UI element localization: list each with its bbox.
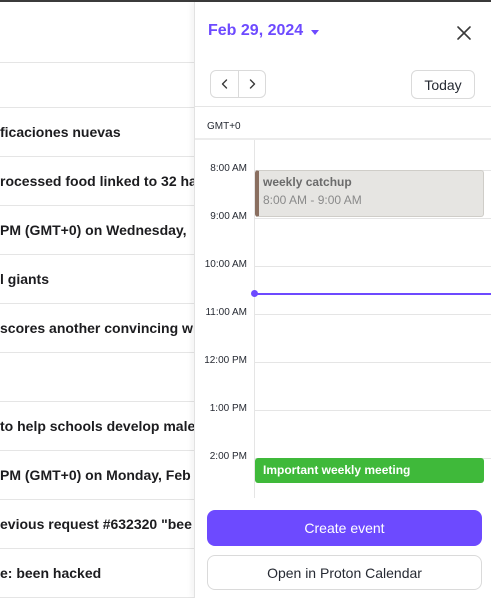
mail-row[interactable]	[0, 353, 194, 402]
mail-row-subject: PM (GMT+0) on Monday, Feb	[0, 467, 191, 483]
mail-row-subject: e: been hacked	[0, 565, 102, 581]
close-panel-button[interactable]	[453, 22, 475, 44]
event-weekly-catchup[interactable]: weekly catchup 8:00 AM - 9:00 AM	[255, 170, 484, 217]
date-picker-button[interactable]: Feb 29, 2024	[208, 22, 320, 40]
previous-day-button[interactable]	[211, 71, 238, 97]
current-time-dot	[251, 290, 258, 297]
current-time-indicator	[255, 293, 491, 295]
hour-label: 10:00 AM	[204, 259, 247, 270]
mail-row[interactable]: evious request #632320 "bee	[0, 500, 194, 549]
hour-label: 9:00 AM	[210, 211, 247, 222]
hour-label: 1:00 PM	[209, 403, 247, 414]
hour-gridline	[254, 362, 491, 363]
mail-row-subject: l giants	[0, 271, 50, 287]
mail-row[interactable]: PM (GMT+0) on Wednesday,	[0, 206, 194, 255]
next-day-button[interactable]	[238, 71, 265, 97]
date-label: Feb 29, 2024	[208, 22, 304, 39]
chevron-down-icon	[311, 29, 320, 35]
mail-row-subject: scores another convincing wi	[0, 320, 194, 336]
hour-gridline	[254, 410, 491, 411]
mail-toolbar	[0, 63, 194, 108]
hour-gridline	[254, 218, 491, 219]
hour-label: 8:00 AM	[210, 163, 247, 174]
chevron-left-icon	[221, 79, 227, 89]
event-title: weekly catchup	[263, 175, 352, 189]
hour-label: 12:00 PM	[204, 355, 247, 366]
mail-row[interactable]: ficaciones nuevas	[0, 108, 194, 157]
mail-header	[0, 2, 194, 63]
hour-gridline	[254, 266, 491, 267]
day-time-grid[interactable]: 8:00 AM 9:00 AM 10:00 AM 11:00 AM 12:00 …	[195, 140, 491, 498]
mail-row[interactable]: to help schools develop male	[0, 402, 194, 451]
mail-list-background: ficaciones nuevas rocessed food linked t…	[0, 2, 194, 598]
mail-row-subject: evious request #632320 "bee	[0, 516, 192, 532]
divider	[195, 106, 491, 107]
chevron-right-icon	[249, 79, 256, 89]
mail-row[interactable]: rocessed food linked to 32 ha	[0, 157, 194, 206]
open-in-proton-calendar-button[interactable]: Open in Proton Calendar	[207, 555, 482, 590]
create-event-button[interactable]: Create event	[207, 510, 482, 546]
day-navigation	[210, 70, 266, 98]
timezone-label: GMT+0	[207, 121, 241, 132]
mail-row-subject: PM (GMT+0) on Wednesday,	[0, 222, 187, 238]
event-title: Important weekly meeting	[263, 463, 411, 477]
calendar-side-panel: Feb 29, 2024 Today GMT+0 8:00 AM 9:00 AM…	[194, 2, 491, 598]
mail-row[interactable]: l giants	[0, 255, 194, 304]
event-important-weekly-meeting[interactable]: Important weekly meeting	[255, 458, 484, 483]
hour-gridline	[254, 314, 491, 315]
mail-row-subject: rocessed food linked to 32 ha	[0, 173, 194, 189]
hour-label: 11:00 AM	[205, 307, 247, 318]
mail-row-subject: ficaciones nuevas	[0, 124, 121, 140]
close-icon	[457, 26, 471, 40]
mail-row-subject: to help schools develop male	[0, 418, 194, 434]
hour-label: 2:00 PM	[209, 451, 247, 462]
mail-row[interactable]: e: been hacked	[0, 549, 194, 598]
event-time: 8:00 AM - 9:00 AM	[263, 193, 362, 207]
mail-row[interactable]: scores another convincing wi	[0, 304, 194, 353]
today-button[interactable]: Today	[411, 70, 475, 99]
mail-row[interactable]: PM (GMT+0) on Monday, Feb	[0, 451, 194, 500]
